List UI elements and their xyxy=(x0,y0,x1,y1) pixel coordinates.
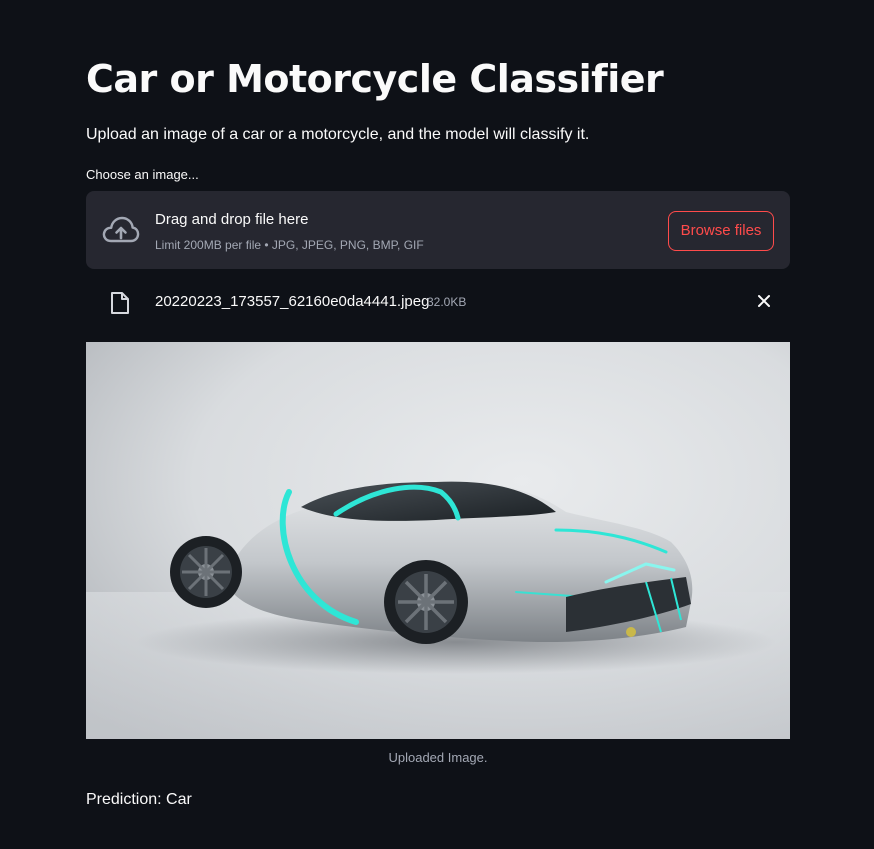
uploaded-file-size: 32.0KB xyxy=(427,295,467,309)
dropzone-instructions: Drag and drop file here xyxy=(155,211,309,228)
file-dropzone[interactable]: Drag and drop file here Limit 200MB per … xyxy=(86,191,790,269)
remove-file-button[interactable] xyxy=(752,291,776,313)
cloud-upload-icon xyxy=(102,216,140,243)
uploader-label: Choose an image... xyxy=(86,167,199,182)
uploaded-file-item: 20220223_173557_62160e0da4441.jpeg 32.0K… xyxy=(86,283,790,321)
uploaded-file-name: 20220223_173557_62160e0da4441.jpeg xyxy=(155,293,430,310)
page-description: Upload an image of a car or a motorcycle… xyxy=(86,126,590,143)
prediction-result: Prediction: Car xyxy=(86,791,192,808)
car-photo xyxy=(86,342,790,739)
page-title: Car or Motorcycle Classifier xyxy=(86,57,664,101)
close-icon xyxy=(758,295,770,307)
dropzone-file-limit: Limit 200MB per file • JPG, JPEG, PNG, B… xyxy=(155,238,424,252)
image-caption: Uploaded Image. xyxy=(388,750,488,765)
browse-files-button[interactable]: Browse files xyxy=(668,211,774,251)
file-icon xyxy=(111,292,129,314)
uploaded-image xyxy=(86,342,790,739)
